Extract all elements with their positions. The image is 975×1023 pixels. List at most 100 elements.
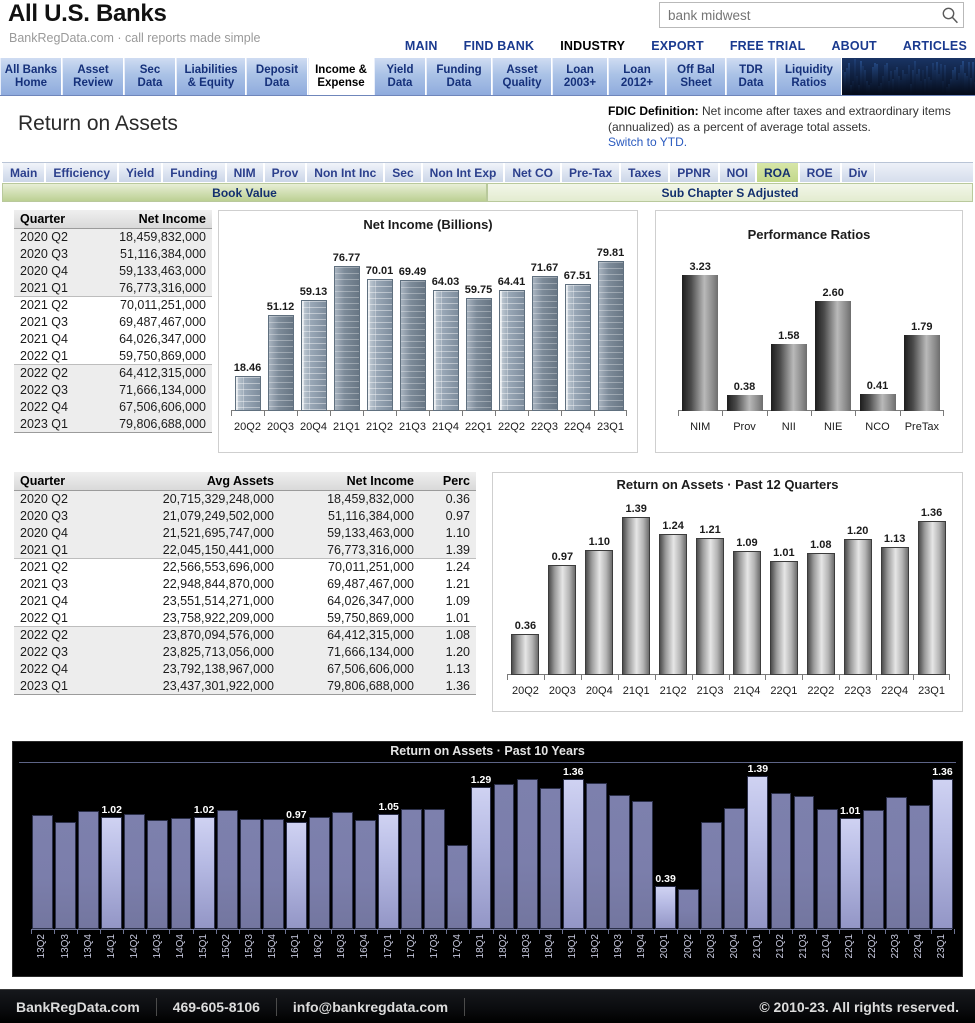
subtab-non-int-inc[interactable]: Non Int Inc xyxy=(306,163,385,182)
bar-22Q1[interactable] xyxy=(839,817,861,929)
bar-22Q2[interactable] xyxy=(862,810,884,929)
column-header-quarter[interactable]: Quarter xyxy=(14,210,86,229)
bar-20Q3[interactable] xyxy=(701,822,723,929)
bar-19Q3[interactable] xyxy=(608,794,630,929)
nav-item-export[interactable]: EXPORT xyxy=(651,39,704,53)
bar-21Q1[interactable] xyxy=(333,266,360,411)
subtab-nim[interactable]: NIM xyxy=(225,163,264,182)
nav-item-main[interactable]: MAIN xyxy=(405,39,438,53)
bar-15Q1[interactable] xyxy=(193,816,215,929)
bar-23Q1[interactable] xyxy=(597,260,624,411)
bar-21Q4[interactable] xyxy=(432,290,459,411)
bar-18Q1[interactable] xyxy=(470,787,492,929)
bar-16Q2[interactable] xyxy=(309,816,330,929)
bar-20Q3[interactable] xyxy=(267,314,294,411)
primary-tab-asset[interactable]: Asset Quality xyxy=(492,58,552,95)
bar-21Q1[interactable] xyxy=(747,776,769,929)
bar-14Q3[interactable] xyxy=(147,820,169,929)
segment-book-value[interactable]: Book Value xyxy=(2,183,487,202)
nav-item-find-bank[interactable]: FIND BANK xyxy=(464,39,535,53)
bar-21Q4[interactable] xyxy=(816,809,838,929)
bar-22Q2[interactable] xyxy=(498,289,525,411)
table-row[interactable]: 2023 Q1 79,806,688,000 xyxy=(14,415,212,433)
table-row[interactable]: 2022 Q1 59,750,869,000 xyxy=(14,347,212,365)
primary-tab-loan[interactable]: Loan 2003+ xyxy=(552,58,608,95)
table-row[interactable]: 2022 Q1 23,758,922,209,000 59,750,869,000 1… xyxy=(14,609,476,627)
search-box[interactable] xyxy=(659,2,964,28)
bar-13Q4[interactable] xyxy=(78,811,100,929)
primary-tab-loan[interactable]: Loan 2012+ xyxy=(608,58,666,95)
bar-20Q2[interactable] xyxy=(234,376,261,411)
bar-PreTax[interactable] xyxy=(903,335,940,411)
bar-18Q2[interactable] xyxy=(493,783,515,929)
bar-17Q2[interactable] xyxy=(401,809,423,929)
bar-22Q4[interactable] xyxy=(564,283,591,411)
bar-22Q1[interactable] xyxy=(465,298,492,411)
bar-14Q2[interactable] xyxy=(124,813,146,929)
table-row[interactable]: 2022 Q4 67,506,606,000 xyxy=(14,398,212,416)
primary-tab-funding[interactable]: Funding Data xyxy=(426,58,492,95)
table-row[interactable]: 2022 Q3 71,666,134,000 xyxy=(14,381,212,399)
subtab-sec[interactable]: Sec xyxy=(384,163,422,182)
bar-NII[interactable] xyxy=(770,344,807,411)
bar-18Q3[interactable] xyxy=(516,779,538,929)
subtab-roe[interactable]: ROE xyxy=(798,163,841,182)
bar-23Q1[interactable] xyxy=(932,779,953,929)
table-row[interactable]: 2021 Q1 22,045,150,441,000 76,773,316,000 1… xyxy=(14,541,476,559)
bar-Prov[interactable] xyxy=(726,394,763,411)
bar-17Q3[interactable] xyxy=(424,809,446,929)
bar-16Q1[interactable] xyxy=(285,822,307,929)
primary-tab-liabilities[interactable]: Liabilities & Equity xyxy=(176,58,246,95)
table-row[interactable]: 2022 Q3 23,825,713,056,000 71,666,134,000 1… xyxy=(14,643,476,661)
search-input[interactable] xyxy=(660,4,937,26)
secondary-tab-strip[interactable]: Main Efficiency Yield Funding NIM Prov Non Int… xyxy=(2,162,973,182)
switch-to-ytd-link[interactable]: Switch to YTD. xyxy=(608,135,687,149)
bar-14Q4[interactable] xyxy=(170,817,192,929)
bar-19Q2[interactable] xyxy=(585,782,607,929)
bar-21Q2[interactable] xyxy=(770,792,792,929)
subtab-net-co[interactable]: Net CO xyxy=(504,163,561,182)
primary-tab-strip[interactable]: All Banks Home Asset Review Sec Data Liabiliti… xyxy=(0,58,975,96)
column-header-net-income[interactable]: Net Income xyxy=(280,472,420,491)
footer-site[interactable]: BankRegData.com xyxy=(0,999,156,1015)
table-row[interactable]: 2022 Q2 23,870,094,576,000 64,412,315,000 1… xyxy=(14,626,476,644)
bar-22Q4[interactable] xyxy=(880,546,909,675)
subtab-funding[interactable]: Funding xyxy=(162,163,226,182)
column-header-net-income[interactable]: Net Income xyxy=(86,210,212,229)
bar-19Q1[interactable] xyxy=(562,779,584,929)
column-header-quarter[interactable]: Quarter xyxy=(14,472,100,491)
bar-20Q4[interactable] xyxy=(724,808,746,929)
nav-item-about[interactable]: ABOUT xyxy=(831,39,876,53)
table-row[interactable]: 2021 Q2 22,566,553,696,000 70,011,251,000 1… xyxy=(14,559,476,576)
primary-tab-income[interactable]: Income & Expense xyxy=(308,58,374,95)
bar-21Q3[interactable] xyxy=(793,795,815,929)
bar-23Q1[interactable] xyxy=(917,520,946,675)
primary-tab-tdr[interactable]: TDR Data xyxy=(726,58,776,95)
primary-tab-all-banks[interactable]: All Banks Home xyxy=(0,58,62,95)
subtab-prov[interactable]: Prov xyxy=(263,163,307,182)
bar-22Q3[interactable] xyxy=(885,797,907,929)
primary-tab-deposit[interactable]: Deposit Data xyxy=(246,58,308,95)
table-row[interactable]: 2020 Q4 59,133,463,000 xyxy=(14,262,212,280)
bar-16Q4[interactable] xyxy=(355,820,377,929)
table-row[interactable]: 2020 Q2 18,459,832,000 xyxy=(14,228,212,246)
bar-16Q3[interactable] xyxy=(332,812,353,929)
bar-21Q3[interactable] xyxy=(399,280,426,411)
subtab-pre-tax[interactable]: Pre-Tax xyxy=(561,163,621,182)
primary-tab-liquidity[interactable]: Liquidity Ratios xyxy=(776,58,842,95)
bar-21Q4[interactable] xyxy=(732,551,761,675)
bar-21Q2[interactable] xyxy=(659,534,688,675)
primary-tab-sec[interactable]: Sec Data xyxy=(124,58,176,95)
bar-20Q3[interactable] xyxy=(548,565,577,675)
bar-17Q4[interactable] xyxy=(447,845,469,929)
bar-22Q3[interactable] xyxy=(843,539,872,675)
search-icon[interactable] xyxy=(937,2,963,28)
bar-22Q2[interactable] xyxy=(806,552,835,675)
bar-20Q4[interactable] xyxy=(300,299,327,411)
table-row[interactable]: 2021 Q3 69,487,467,000 xyxy=(14,314,212,331)
subtab-ppnr[interactable]: PPNR xyxy=(669,163,719,182)
subtab-roa[interactable]: ROA xyxy=(755,163,799,182)
bar-19Q4[interactable] xyxy=(632,801,653,929)
table-row[interactable]: 2023 Q1 23,437,301,922,000 79,806,688,000 1… xyxy=(14,677,476,695)
bar-NCO[interactable] xyxy=(859,393,896,411)
